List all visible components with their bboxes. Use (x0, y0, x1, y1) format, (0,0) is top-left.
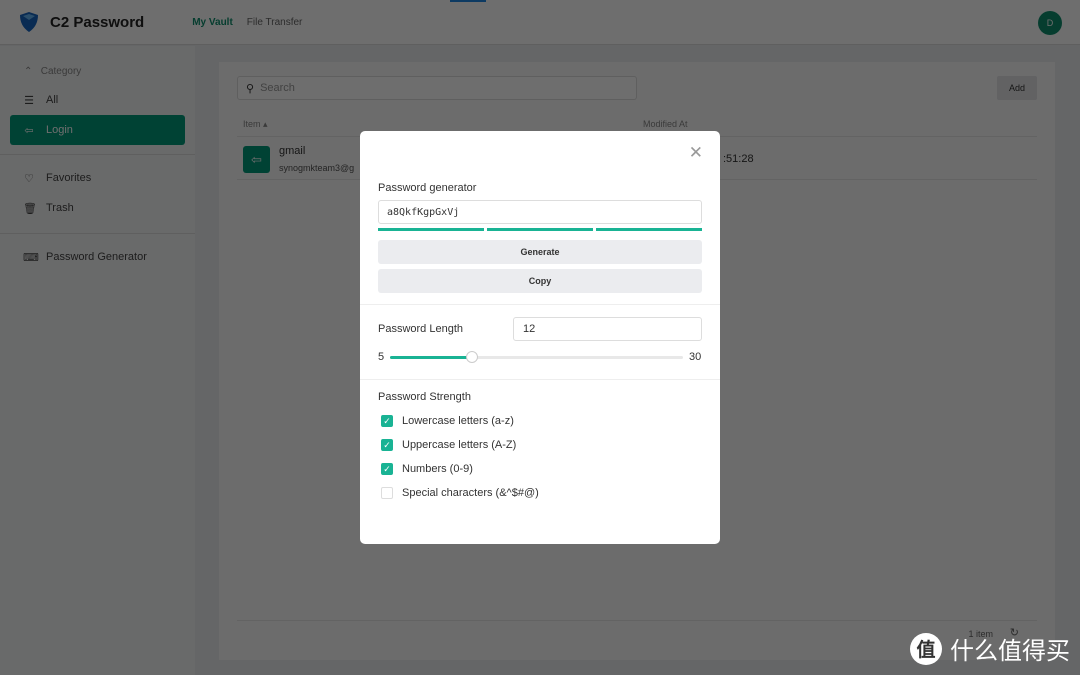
sidebar-item-password-generator[interactable]: ⌨ Password Generator (10, 242, 185, 272)
checkbox-icon[interactable]: ✓ (381, 463, 393, 475)
copy-button[interactable]: Copy (378, 269, 702, 293)
avatar[interactable]: D (1038, 11, 1062, 35)
sidebar: ⌃ Category ☰ All ⇦ Login ♡ Favorites 🗑 Trash… (0, 46, 195, 675)
search-placeholder: Search (260, 82, 295, 94)
strength-bar (378, 228, 484, 231)
shield-logo-icon (20, 12, 38, 32)
column-modified-at[interactable]: Modified At (643, 119, 688, 129)
divider (0, 233, 195, 234)
sidebar-item-label: Password Generator (46, 251, 147, 263)
password-field[interactable]: a8QkfKgpGxVj (378, 200, 702, 224)
option-checkbox[interactable]: ✓ Numbers (0-9) (381, 463, 473, 475)
close-icon[interactable]: ✕ (689, 143, 703, 163)
slider-max: 30 (689, 351, 702, 363)
strength-bar (596, 228, 702, 231)
search-icon: ⚲ (246, 82, 255, 95)
length-label: Password Length (378, 323, 463, 335)
option-label: Numbers (0-9) (402, 463, 473, 475)
slider-handle[interactable] (466, 351, 479, 363)
option-label: Lowercase letters (a-z) (402, 415, 514, 427)
dialog-title: Password generator (378, 182, 477, 194)
column-item[interactable]: Item ▴ (243, 119, 268, 130)
nav-my-vault[interactable]: My Vault (192, 17, 233, 28)
app-header: C2 Password My Vault File Transfer D (0, 0, 1080, 45)
slider-fill (390, 356, 473, 359)
item-title: gmail (279, 145, 306, 157)
strength-bar (487, 228, 593, 231)
item-modified: :51:28 (723, 153, 754, 165)
watermark-logo: 值什么值得买 (910, 631, 1070, 666)
list-icon: ☰ (24, 94, 34, 107)
checkbox-icon[interactable]: ✓ (381, 415, 393, 427)
option-label: Uppercase letters (A-Z) (402, 439, 517, 451)
login-icon: ⇦ (24, 124, 34, 137)
sidebar-item-label: Login (46, 124, 73, 136)
loading-bar (450, 0, 630, 2)
length-slider[interactable] (390, 351, 683, 363)
generate-button[interactable]: Generate (378, 240, 702, 264)
option-checkbox[interactable]: ✓ Uppercase letters (A-Z) (381, 439, 516, 451)
category-label: Category (40, 66, 82, 77)
sidebar-item-favorites[interactable]: ♡ Favorites (10, 163, 185, 193)
divider (0, 154, 195, 155)
search-input[interactable]: ⚲ Search (237, 76, 637, 100)
sidebar-item-all[interactable]: ☰ All (10, 85, 185, 115)
add-button[interactable]: Add (997, 76, 1037, 100)
heart-icon: ♡ (24, 172, 34, 185)
checkbox-icon[interactable]: ✓ (381, 439, 393, 451)
sidebar-item-label: All (46, 94, 59, 106)
option-label: Special characters (&^$#@) (402, 487, 539, 499)
login-icon: ⇦ (243, 146, 270, 173)
trash-icon: 🗑 (23, 202, 37, 215)
sidebar-item-label: Favorites (46, 172, 92, 184)
sidebar-item-login[interactable]: ⇦ Login (10, 115, 185, 145)
divider (360, 379, 720, 380)
length-input[interactable]: 12 (513, 317, 702, 341)
item-subtitle: synogmkteam3@g (279, 163, 355, 173)
sidebar-item-trash[interactable]: 🗑 Trash (10, 193, 185, 223)
option-checkbox[interactable]: ✓ Lowercase letters (a-z) (381, 415, 514, 427)
strength-meter (378, 228, 702, 231)
password-generator-icon: ⌨ (23, 251, 39, 264)
strength-label: Password Strength (378, 391, 471, 403)
slider-min: 5 (378, 351, 385, 363)
password-generator-dialog: ✕ Password generator a8QkfKgpGxVj Genera… (360, 131, 720, 544)
column-label: Item (243, 119, 261, 129)
divider (360, 304, 720, 305)
checkbox-icon[interactable] (381, 487, 393, 499)
app-title: C2 Password (50, 13, 145, 31)
chevron-up-icon: ⌃ (24, 66, 33, 77)
sidebar-item-label: Trash (46, 202, 74, 214)
category-toggle[interactable]: ⌃ Category (24, 66, 81, 77)
option-checkbox[interactable]: Special characters (&^$#@) (381, 487, 539, 499)
nav-file-transfer[interactable]: File Transfer (247, 17, 303, 28)
